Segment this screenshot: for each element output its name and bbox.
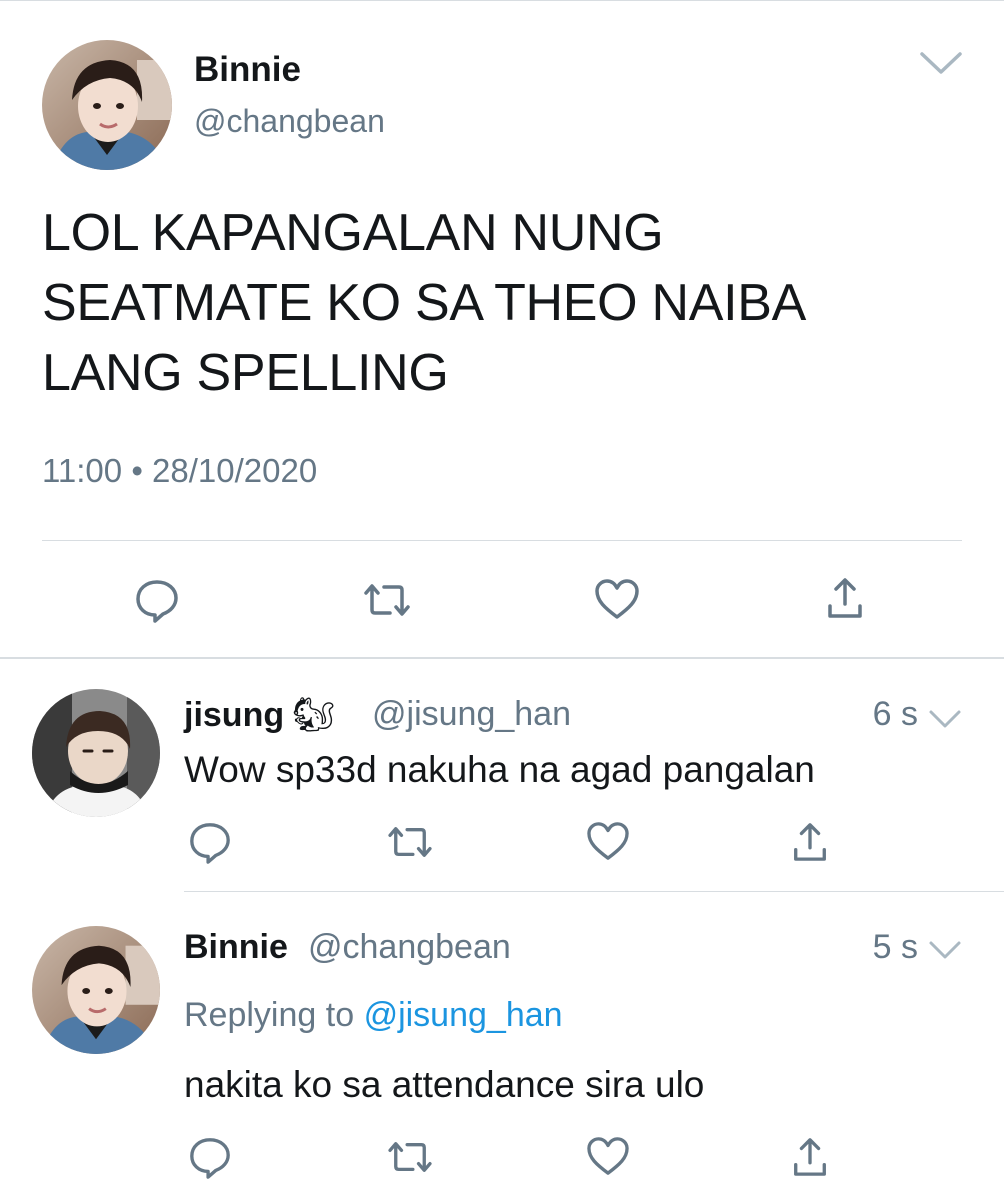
tweet-date: 28/10/2020 <box>152 452 318 489</box>
avatar-photo <box>32 926 160 1054</box>
tweet-text: Wow sp33d nakuha na agad pangalan <box>184 749 815 790</box>
author-name[interactable]: Binnie <box>184 928 288 967</box>
tweet-text-line: LOL KAPANGALAN NUNG <box>42 204 664 262</box>
reply-icon[interactable] <box>188 1136 232 1180</box>
avatar[interactable] <box>32 689 160 817</box>
author-name-text: jisung <box>184 696 285 734</box>
author-handle[interactable]: @changbean <box>194 103 385 140</box>
chevron-down-icon[interactable] <box>928 707 962 731</box>
replying-to: Replying to @jisung_han <box>184 996 563 1035</box>
like-icon[interactable] <box>586 1136 630 1176</box>
chevron-down-icon[interactable] <box>928 938 962 962</box>
main-tweet: Binnie @changbean LOL KAPANGALAN NUNG SE… <box>0 0 1004 658</box>
tweet-text: nakita ko sa attendance sira ulo <box>184 1064 705 1105</box>
reply-tweet: Binnie @changbean 5 s Replying to @jisun… <box>0 892 1004 1200</box>
reply-tweet: jisung 🐿 @jisung_han 6 s Wow sp33d nakuha… <box>0 659 1004 891</box>
tweet-time: 11:00 <box>42 452 123 489</box>
tweet-text: LOL KAPANGALAN NUNG SEATMATE KO SA THEO … <box>42 198 942 408</box>
retweet-icon[interactable] <box>386 823 434 861</box>
meta-separator: • <box>131 452 143 489</box>
tweet-text-line: LANG SPELLING <box>42 344 449 402</box>
retweet-icon[interactable] <box>362 580 412 620</box>
avatar-photo <box>32 689 160 817</box>
author-handle[interactable]: @jisung_han <box>372 695 571 734</box>
retweet-icon[interactable] <box>386 1138 434 1176</box>
chipmunk-emoji: 🐿 <box>292 696 336 734</box>
reply-icon[interactable] <box>188 821 232 865</box>
share-icon[interactable] <box>790 821 830 863</box>
replying-to-mention[interactable]: @jisung_han <box>364 996 563 1034</box>
author-handle[interactable]: @changbean <box>308 928 511 967</box>
tweet-text-line: SEATMATE KO SA THEO NAIBA <box>42 274 807 332</box>
tweet-time[interactable]: 6 s <box>873 695 918 734</box>
tweet-time[interactable]: 5 s <box>873 928 918 967</box>
share-icon[interactable] <box>824 576 866 620</box>
like-icon[interactable] <box>594 578 640 620</box>
avatar[interactable] <box>42 40 172 170</box>
avatar[interactable] <box>32 926 160 1054</box>
tweet-timestamp[interactable]: 11:00 • 28/10/2020 <box>42 452 317 490</box>
chevron-down-icon[interactable] <box>918 48 964 78</box>
share-icon[interactable] <box>790 1136 830 1178</box>
reply-icon[interactable] <box>134 578 180 624</box>
avatar-photo <box>42 40 172 170</box>
divider <box>42 540 962 541</box>
like-icon[interactable] <box>586 821 630 861</box>
author-name[interactable]: jisung 🐿 <box>184 695 335 735</box>
replying-to-label: Replying to <box>184 996 355 1034</box>
author-name[interactable]: Binnie <box>194 50 301 90</box>
